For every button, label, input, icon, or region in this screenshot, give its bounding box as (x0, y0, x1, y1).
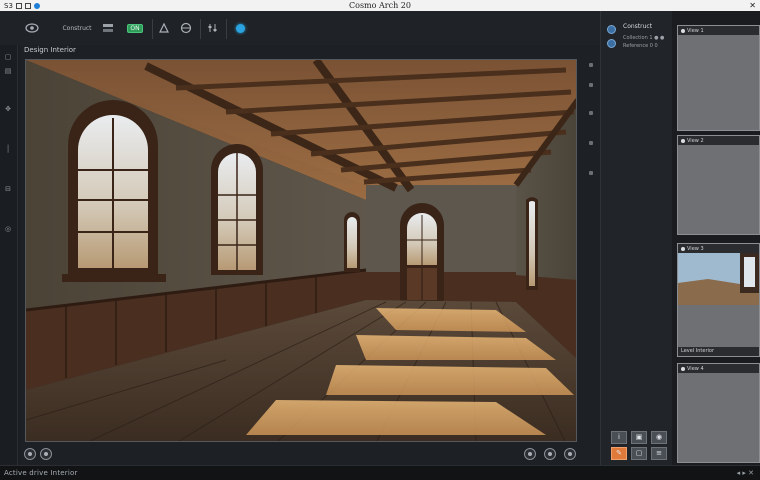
status-dot-icon (681, 246, 685, 251)
toggle-button[interactable]: ON (122, 19, 148, 37)
viewport-side-rail (586, 59, 596, 442)
viewport-panel: Design Interior (20, 45, 600, 445)
divider (152, 19, 153, 39)
thumbnail-header: View 3 (678, 244, 759, 253)
thumbnail-header: View 4 (678, 364, 759, 373)
brush-icon[interactable]: ✎ (611, 447, 627, 460)
status-dot-icon (681, 366, 685, 371)
brand-button[interactable]: Construct (56, 19, 98, 37)
settings-icon[interactable] (607, 25, 616, 34)
code-icon[interactable]: ≡ (651, 447, 667, 460)
properties-panel: Construct Collection 1 ● ● Reference 0 0… (600, 11, 672, 465)
zoom-button[interactable] (564, 448, 576, 460)
thumbnail-card[interactable]: View 3 Level Interior (677, 243, 760, 357)
3d-viewport[interactable] (25, 59, 577, 442)
pin-icon[interactable] (233, 19, 247, 37)
layers-icon[interactable] (607, 39, 616, 48)
thumbnail-label: View 2 (687, 137, 704, 144)
frame-icon[interactable]: ▢ (631, 447, 647, 460)
globe-icon[interactable] (178, 19, 194, 37)
grid-icon[interactable]: ▤ (3, 67, 13, 75)
measure-icon[interactable]: ⊟ (3, 185, 13, 193)
image-icon[interactable]: ▣ (631, 431, 647, 444)
viewport-title: Design Interior (24, 46, 76, 54)
rail-handle[interactable] (589, 141, 593, 145)
sliders-icon[interactable] (205, 19, 221, 37)
rail-handle[interactable] (589, 83, 593, 87)
room-render (26, 60, 576, 441)
record-button[interactable] (40, 448, 52, 460)
rail-handle[interactable] (589, 111, 593, 115)
thumbnail-label: View 4 (687, 365, 704, 372)
status-dot-icon (681, 28, 685, 33)
panel-line: Reference 0 0 (623, 43, 658, 49)
location-pin-icon (235, 23, 245, 33)
thumbnail-card[interactable]: View 2 (677, 135, 760, 235)
thumbnail-label: View 3 (687, 245, 704, 252)
info-icon[interactable]: i (611, 431, 627, 444)
thumbnail-header: View 1 (678, 26, 759, 35)
window-title: Cosmo Arch 20 (349, 1, 411, 10)
status-controls[interactable]: ◂ ▸ ✕ (737, 469, 754, 477)
camera-icon[interactable]: ◉ (651, 431, 667, 444)
divider (226, 19, 227, 39)
brand-label: Construct (62, 24, 92, 32)
panel-header: Construct (623, 23, 653, 30)
render-icon[interactable] (156, 19, 172, 37)
main-toolbar: Construct ON (0, 11, 600, 45)
cube-icon[interactable] (22, 19, 42, 37)
thumbnail-header: View 2 (678, 136, 759, 145)
close-icon[interactable]: ✕ (749, 0, 756, 11)
thumbnail-list: View 1 View 2 View 3 Level Interior View… (672, 11, 760, 465)
thumbnail-footer: Level Interior (678, 347, 759, 356)
move-icon[interactable]: ✥ (3, 105, 13, 113)
thumbnail-card[interactable]: View 4 (677, 363, 760, 463)
title-bar: S3 Cosmo Arch 20 ✕ (0, 0, 760, 11)
status-badge: ON (127, 23, 143, 33)
rail-handle[interactable] (589, 63, 593, 67)
left-tool-strip: ▢ ▤ ✥ │ ⊟ ◎ (0, 45, 18, 465)
line-icon[interactable]: │ (3, 145, 13, 153)
orbit-button[interactable] (524, 448, 536, 460)
viewport-controls (20, 445, 600, 465)
thumbnail-preview (678, 253, 759, 305)
thumbnail-label: View 1 (687, 27, 704, 34)
camera-icon[interactable]: ◎ (3, 225, 13, 233)
play-button[interactable] (24, 448, 36, 460)
status-bar: Active drive Interior ◂ ▸ ✕ (0, 465, 760, 480)
select-icon[interactable]: ▢ (3, 53, 13, 61)
panel-line: Collection 1 ● ● (623, 35, 665, 41)
thumbnail-card[interactable]: View 1 (677, 25, 760, 131)
status-text: Active drive Interior (4, 469, 78, 477)
layers-icon[interactable] (100, 19, 116, 37)
status-dot-icon (681, 138, 685, 143)
pan-button[interactable] (544, 448, 556, 460)
rail-handle[interactable] (589, 171, 593, 175)
divider (200, 19, 201, 39)
